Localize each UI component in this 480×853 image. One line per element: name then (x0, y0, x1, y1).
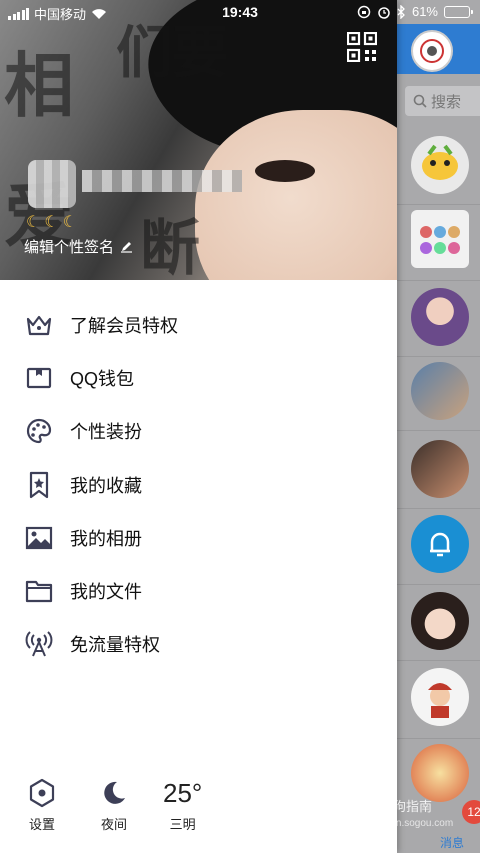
bluetooth-icon (397, 4, 405, 19)
divider (397, 508, 480, 509)
edit-signature-button[interactable]: 编辑个性签名 (24, 236, 133, 257)
signature-label: 编辑个性签名 (24, 239, 115, 256)
menu-item-label: 了解会员特权 (70, 315, 178, 336)
weather-widget[interactable]: 25° 三明 (163, 778, 202, 833)
menu-item-label: 我的文件 (70, 582, 142, 603)
chat-avatar-2[interactable] (411, 210, 469, 268)
chat-avatar-7[interactable] (411, 592, 469, 650)
profile-header-photo[interactable]: 相 们要 爱 断 ☾☾☾ 编辑个性签名 (0, 0, 397, 280)
bell-icon (430, 532, 450, 557)
menu-item-album[interactable]: 我的相册 (0, 511, 397, 564)
wallet-icon (24, 363, 54, 393)
drawer-bottom-bar: 设置 夜间 25° 三明 (0, 778, 397, 838)
status-right: 61% (357, 4, 473, 19)
palette-icon (24, 416, 54, 446)
menu-item-theme[interactable]: 个性装扮 (0, 405, 397, 458)
menu-item-wallet[interactable]: QQ钱包 (0, 351, 397, 404)
sogou-mascot-icon (422, 144, 458, 180)
conversation-panel: 搜索 (397, 0, 480, 853)
chat-avatar-6[interactable] (411, 515, 469, 573)
chat-avatar-1[interactable] (411, 136, 469, 194)
chat-avatar-9[interactable] (411, 744, 469, 802)
qr-code-icon[interactable] (347, 32, 377, 62)
profile-nickname[interactable] (82, 170, 242, 192)
drawer-menu: 了解会员特权 QQ钱包 个性装扮 我的收藏 我的相册 我的文件 免流量特权 (0, 298, 397, 671)
group-avatar-icon (420, 226, 460, 254)
folder-icon (24, 576, 54, 606)
current-user-avatar[interactable] (411, 30, 453, 72)
night-mode-button[interactable]: 夜间 (100, 778, 128, 833)
gear-icon (29, 778, 55, 808)
menu-item-label: 我的相册 (70, 528, 142, 549)
search-placeholder: 搜索 (431, 93, 462, 111)
status-bar: 中国移动 19:43 61% (0, 0, 480, 24)
menu-item-label: 个性装扮 (70, 422, 142, 443)
cartoon-avatar-icon (428, 683, 452, 718)
rotation-lock-icon (357, 5, 371, 18)
moon-icon (104, 781, 125, 804)
temperature: 25° (163, 778, 203, 808)
unread-badge: 12 (462, 800, 480, 824)
divider (397, 584, 480, 585)
level-icons: ☾☾☾ (26, 214, 82, 231)
chat-avatar-3[interactable] (411, 288, 469, 346)
divider (397, 280, 480, 281)
chat-avatar-8[interactable] (411, 668, 469, 726)
watermark-text: 搜狗指南 (380, 799, 433, 814)
search-icon (413, 94, 427, 108)
alarm-icon (378, 6, 390, 19)
menu-item-favorites[interactable]: 我的收藏 (0, 458, 397, 511)
menu-item-free-data[interactable]: 免流量特权 (0, 618, 397, 671)
photo-icon (24, 523, 54, 553)
search-bar[interactable]: 搜索 (405, 86, 480, 116)
city-label: 三明 (169, 817, 196, 832)
menu-item-label: QQ钱包 (70, 368, 135, 389)
battery-percent: 61% (411, 4, 438, 19)
divider (397, 660, 480, 661)
divider (397, 204, 480, 205)
side-drawer: 相 们要 爱 断 ☾☾☾ 编辑个性签名 了解会员特权 QQ钱包 个性装扮 我的收… (0, 0, 397, 853)
crown-icon (24, 310, 54, 340)
avatar-logo-icon (420, 39, 444, 63)
settings-button[interactable]: 设置 (28, 778, 56, 833)
divider (397, 356, 480, 357)
antenna-icon (24, 629, 54, 659)
night-label: 夜间 (100, 817, 127, 832)
watermark-url: zhinan.sogou.com (372, 818, 454, 829)
battery-icon (444, 5, 473, 18)
bookmark-icon (24, 470, 54, 500)
menu-item-label: 免流量特权 (70, 635, 160, 656)
chat-avatar-4[interactable] (411, 362, 469, 420)
menu-item-label: 我的收藏 (70, 475, 142, 496)
tab-messages[interactable]: 消息 (440, 834, 464, 851)
settings-label: 设置 (28, 817, 55, 832)
menu-item-files[interactable]: 我的文件 (0, 564, 397, 617)
divider (397, 430, 480, 431)
divider (397, 738, 480, 739)
menu-item-vip[interactable]: 了解会员特权 (0, 298, 397, 351)
profile-avatar[interactable] (28, 160, 76, 208)
photo-calligraphy: 相 (4, 44, 74, 127)
photo-calligraphy: 断 (140, 214, 200, 280)
photo-eye (255, 160, 315, 182)
chat-avatar-5[interactable] (411, 440, 469, 498)
pencil-icon (121, 242, 133, 253)
